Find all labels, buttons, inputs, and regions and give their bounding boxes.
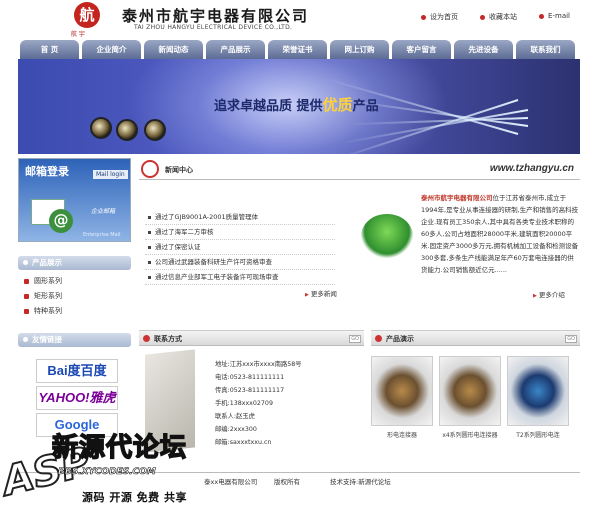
connector-image [116, 119, 138, 141]
contact-postcode: 邮编:2xxx300 [215, 426, 257, 433]
nav-news[interactable]: 新闻动态 [144, 40, 203, 59]
at-icon: @ [49, 209, 73, 233]
site-url: www.tzhangyu.cn [489, 163, 574, 174]
site-header: 航 航 宇 泰州市航宇电器有限公司 TAI ZHOU HANGYU ELECTR… [18, 0, 580, 40]
contact-person: 联系人:赵玉虎 [215, 413, 255, 420]
connector-image [90, 117, 112, 139]
bullet-icon [421, 14, 427, 20]
email-link[interactable]: E-mail [539, 12, 570, 22]
nav-contact[interactable]: 联系我们 [516, 40, 575, 59]
banner-slogan: 追求卓越品质 提供优质产品 [214, 96, 379, 114]
mail-login-button[interactable]: Mail login [93, 170, 128, 179]
category-item[interactable]: 圆形系列 [24, 274, 131, 289]
intro-text: 位于江苏省泰州市,成立于1994年,是专业从事连接器的研制,生产和销售的高科技企… [421, 194, 579, 274]
news-icon [141, 160, 159, 178]
nav-equipment[interactable]: 先进设备 [454, 40, 513, 59]
category-item[interactable]: 特种系列 [24, 304, 131, 319]
news-list: 通过了GJB9001A-2001质量管理体 通过了海军二方审核 通过了保密认证 … [145, 210, 335, 285]
products-showcase-title: 产品演示 [386, 335, 414, 343]
product-captions: 形电连接器 x4系列圆形电连接器 T2系列圆形电连 [371, 430, 569, 439]
bullet-icon [539, 13, 545, 19]
friend-links: Bai度百度 YAHOO!雅虎 Google [18, 359, 131, 437]
nav-products[interactable]: 产品展示 [206, 40, 265, 59]
baidu-link[interactable]: Bai度百度 [36, 359, 118, 383]
nav-order[interactable]: 网上订购 [330, 40, 389, 59]
contact-panel: 联系方式 GO 地址:江苏xxx市xxxx南路58号 电话:0523-81111… [139, 330, 364, 480]
contact-go-button[interactable]: GO [349, 335, 361, 343]
product-caption[interactable]: x4系列圆形电连接器 [439, 430, 501, 439]
news-item[interactable]: 通过了保密认证 [145, 240, 335, 255]
contact-title: 联系方式 [154, 335, 182, 343]
product-image[interactable] [371, 356, 433, 426]
bullet-icon [480, 14, 486, 20]
company-name-en: TAI ZHOU HANGYU ELECTRICAL DEVICE CO.,LT… [134, 24, 293, 31]
bullet-icon [375, 335, 382, 342]
contact-mobile: 手机:138xxx02709 [215, 400, 273, 407]
main-nav: 首 页 企业简介 新闻动态 产品展示 荣誉证书 网上订购 客户留言 先进设备 联… [18, 40, 580, 59]
product-category-list: 圆形系列 矩形系列 特种系列 [18, 270, 131, 319]
product-caption[interactable]: T2系列圆形电连 [507, 430, 569, 439]
news-item[interactable]: 公司通过武器装备科研生产许可资格审查 [145, 255, 335, 270]
enterprise-mail-en: Enterprise Mail [83, 232, 121, 238]
product-image[interactable] [507, 356, 569, 426]
bookmark-link[interactable]: 收藏本站 [480, 12, 517, 22]
set-homepage-link[interactable]: 设为首页 [421, 12, 458, 22]
footer-rights: 版权所有 [274, 478, 300, 486]
company-name: 泰州市航宇电器有限公司 [122, 7, 310, 25]
news-item[interactable]: 通过了GJB9001A-2001质量管理体 [145, 210, 335, 225]
nav-about[interactable]: 企业简介 [82, 40, 141, 59]
top-links: 设为首页 收藏本站 E-mail [421, 12, 570, 22]
more-news-link[interactable]: 更多新闻 [305, 288, 337, 298]
category-item[interactable]: 矩形系列 [24, 289, 131, 304]
footer-copyright: 泰xx电器有限公司 [204, 478, 258, 486]
company-intro: 泰州市航宇电器有限公司位于江苏省泰州市,成立于1994年,是专业从事连接器的研制… [421, 192, 579, 276]
product-image[interactable] [439, 356, 501, 426]
news-item[interactable]: 通过了海军二方审核 [145, 225, 335, 240]
contact-address: 地址:江苏xxx市xxxx南路58号 [215, 361, 302, 368]
plant-image [361, 214, 413, 258]
friend-links-heading: 友情链接 [18, 333, 131, 347]
yahoo-link[interactable]: YAHOO!雅虎 [36, 386, 118, 410]
nav-home[interactable]: 首 页 [20, 40, 79, 59]
news-header: 新闻中心 www.tzhangyu.cn [139, 158, 580, 180]
products-heading: 产品展示 [18, 256, 131, 270]
hero-banner: 追求卓越品质 提供优质产品 [18, 59, 580, 154]
site-footer: 泰xx电器有限公司 版权所有 技术支持:新源代论坛 [18, 472, 580, 486]
product-caption[interactable]: 形电连接器 [371, 430, 433, 439]
contact-header: 联系方式 GO [139, 330, 364, 346]
nav-honors[interactable]: 荣誉证书 [268, 40, 327, 59]
mailbox-login[interactable]: 邮箱登录 Mail login @ 企业邮箱 Enterprise Mail [18, 158, 131, 242]
nav-messages[interactable]: 客户留言 [392, 40, 451, 59]
products-go-button[interactable]: GO [565, 335, 577, 343]
logo-caption: 航 宇 [71, 31, 85, 38]
news-title: 新闻中心 [165, 166, 193, 174]
connector-image [144, 119, 166, 141]
enterprise-mail-label: 企业邮箱 [91, 208, 116, 215]
bullet-icon [143, 335, 150, 342]
products-showcase-header: 产品演示 GO [371, 330, 580, 346]
more-intro-link[interactable]: 更多介绍 [533, 289, 565, 299]
footer-support[interactable]: 技术支持:新源代论坛 [330, 476, 391, 486]
page: 航 航 宇 泰州市航宇电器有限公司 TAI ZHOU HANGYU ELECTR… [18, 0, 580, 513]
products-showcase: 产品演示 GO 形电连接器 x4系列圆形电连接器 T2系列圆形电连 [371, 330, 580, 480]
contact-details: 地址:江苏xxx市xxxx南路58号 电话:0523-811111111 传真:… [215, 358, 302, 449]
news-item[interactable]: 通过信息产业部军工电子装备许可现场审查 [145, 270, 335, 285]
mailbox-title: 邮箱登录 [25, 165, 69, 178]
product-images [371, 356, 569, 426]
google-link[interactable]: Google [36, 413, 118, 437]
contact-phone: 电话:0523-811111111 [215, 374, 285, 381]
company-logo[interactable]: 航 [74, 2, 100, 28]
contact-fax: 传真:0523-811111117 [215, 387, 285, 394]
left-sidebar: 邮箱登录 Mail login @ 企业邮箱 Enterprise Mail 产… [18, 158, 131, 440]
intro-company-name: 泰州市航宇电器有限公司 [421, 194, 493, 202]
news-panel: 新闻中心 www.tzhangyu.cn 通过了GJB9001A-2001质量管… [139, 158, 580, 323]
pen-image [145, 349, 195, 453]
contact-email: 邮箱:saxxxtxxu.cn [215, 439, 272, 446]
